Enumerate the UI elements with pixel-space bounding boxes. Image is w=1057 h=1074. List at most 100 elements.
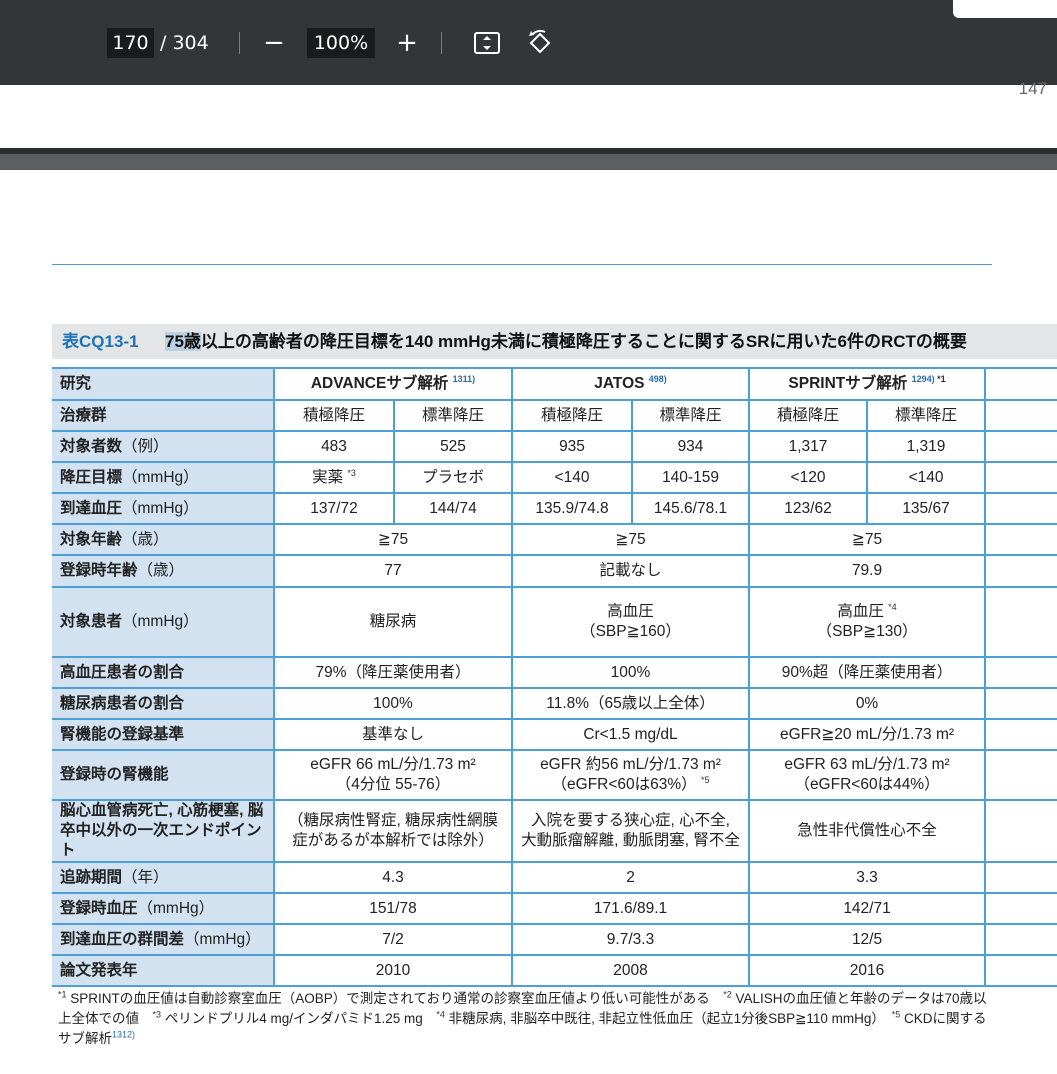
table-row: 脳心血管病死亡, 心筋梗塞, 脳卒中以外の一次エンドポイント （糖尿病性腎症, 糖… bbox=[52, 799, 1057, 862]
page-number-input[interactable]: 170 bbox=[107, 28, 154, 58]
row-label: 腎機能の登録基準 bbox=[60, 725, 185, 743]
row-header: 追跡期間（年） bbox=[52, 861, 275, 893]
cell-text: 標準降圧 bbox=[659, 406, 722, 424]
row-label: 対象患者 bbox=[60, 613, 123, 630]
table-cell: eGFR 66 mL/分/1.73 m² （4分位 55-76） bbox=[274, 749, 513, 800]
zoom-in-icon[interactable]: + bbox=[394, 28, 420, 58]
previous-page: 147 bbox=[0, 79, 1057, 148]
row-header: 高血圧患者の割合 bbox=[52, 656, 275, 688]
cell-text: 79.9 bbox=[851, 562, 883, 579]
cell-text: ≧75 bbox=[615, 530, 646, 548]
row-label: 到達血圧の群間差 bbox=[60, 930, 185, 948]
cell-text: ≧75 bbox=[377, 530, 409, 548]
table-cell: 標準降圧 bbox=[632, 399, 751, 431]
table-cell: 入院を要する狭心症, 心不全, 大動脈瘤解離, 動脈閉塞, 腎不全 bbox=[512, 799, 751, 862]
row-header: 登録時の腎機能 bbox=[52, 749, 275, 800]
cell-text: （SBP≧130） bbox=[816, 623, 918, 640]
zoom-out-icon[interactable]: − bbox=[261, 28, 287, 58]
cell-text: 142/71 bbox=[843, 899, 891, 917]
cell-text: ≧75 bbox=[851, 530, 883, 548]
cell-text: eGFR 63 mL/分/1.73 m² bbox=[784, 756, 950, 773]
table-row: 登録時血圧（mmHg） 151/78 171.6/89.1 142/71 bbox=[52, 892, 1057, 924]
table-row: 糖尿病患者の割合 100% 11.8%（65歳以上全体） 0% bbox=[52, 687, 1057, 719]
table-cell: 9.7/3.3 bbox=[512, 923, 751, 955]
table-edge bbox=[985, 861, 1057, 893]
row-unit: （歳） bbox=[122, 530, 169, 548]
row-header: 腎機能の登録基準 bbox=[52, 718, 275, 750]
row-label: 到達血圧 bbox=[60, 499, 123, 517]
study-ref: 1294) bbox=[911, 373, 935, 384]
study-table: 研究 ADVANCEサブ解析 1311) JATOS 498) SPRINTサブ解析 … bbox=[52, 367, 1057, 987]
table-row: 対象年齢（歳） ≧75 ≧75 ≧75 bbox=[52, 523, 1057, 555]
zoom-level-input[interactable]: 100% bbox=[307, 28, 375, 58]
row-header: 対象者数（例） bbox=[52, 430, 275, 462]
table-cell: ≧75 bbox=[274, 523, 513, 555]
table-cell: 3.3 bbox=[749, 861, 987, 893]
table-cell: eGFR 63 mL/分/1.73 m² （eGFR<60は44%） bbox=[749, 749, 987, 800]
cell-text: 171.6/89.1 bbox=[593, 899, 668, 917]
row-unit: （mmHg） bbox=[184, 930, 261, 948]
table-cell: 934 bbox=[632, 430, 751, 462]
study-title: JATOS bbox=[594, 375, 649, 392]
cell-text: 1,317 bbox=[788, 437, 828, 455]
table-cell: 積極降圧 bbox=[274, 399, 395, 431]
study-note: *1 bbox=[934, 373, 946, 384]
study-name: ADVANCEサブ解析 1311) bbox=[274, 367, 513, 400]
row-label: 登録時年齢 bbox=[60, 562, 138, 579]
row-header: 到達血圧の群間差（mmHg） bbox=[52, 923, 275, 955]
cell-text: 123/62 bbox=[784, 499, 832, 517]
row-label: 降圧目標 bbox=[60, 468, 123, 486]
table-edge bbox=[985, 399, 1057, 431]
rotate-icon[interactable] bbox=[525, 28, 555, 58]
table-edge bbox=[985, 430, 1057, 462]
row-label: 追跡期間 bbox=[60, 868, 123, 886]
table-cell: （糖尿病性腎症, 糖尿病性網膜 症があるが本解析では除外） bbox=[274, 799, 513, 862]
row-unit: （年） bbox=[122, 868, 169, 886]
toolbar-divider bbox=[441, 32, 442, 54]
row-header: 研究 bbox=[52, 367, 275, 400]
cell-text: 151/78 bbox=[369, 899, 417, 917]
cell-text: eGFR 66 mL/分/1.73 m² bbox=[310, 756, 476, 773]
title-text: 以上の高齢者の降圧目標を140 mmHg未満に積極降圧することに関するSRに用い… bbox=[200, 332, 967, 351]
table-cell: 2 bbox=[512, 861, 751, 893]
table-edge bbox=[985, 492, 1057, 524]
table-edge bbox=[985, 554, 1057, 587]
cell-text: 7/2 bbox=[382, 930, 404, 948]
cell-text: 135.9/74.8 bbox=[535, 499, 609, 517]
table-cell: 糖尿病 bbox=[274, 586, 513, 657]
cell-text: 2016 bbox=[849, 961, 885, 979]
title-highlight: 75歳 bbox=[165, 332, 201, 351]
table-cell: 急性非代償性心不全 bbox=[749, 799, 987, 862]
fit-page-icon[interactable] bbox=[472, 28, 502, 58]
row-header: 脳心血管病死亡, 心筋梗塞, 脳卒中以外の一次エンドポイント bbox=[52, 799, 275, 862]
cell-text: （SBP≧160） bbox=[580, 623, 681, 640]
cell-text: 2008 bbox=[613, 961, 648, 979]
row-label: 登録時の腎機能 bbox=[60, 766, 169, 783]
table-cell: 140-159 bbox=[632, 461, 751, 493]
table-cell: 77 bbox=[274, 554, 513, 587]
cell-text: 2010 bbox=[375, 961, 411, 979]
table-row: 対象者数（例） 483 525 935 934 1,317 1,319 bbox=[52, 430, 1057, 462]
table-row: 降圧目標（mmHg） 実薬 *3 プラセボ <140 140-159 <120 <140 bbox=[52, 461, 1057, 493]
row-header: 対象年齢（歳） bbox=[52, 523, 275, 555]
table-cell: プラセボ bbox=[394, 461, 513, 493]
cell-text: 標準降圧 bbox=[421, 406, 484, 424]
cell-text: 実薬 *3 bbox=[312, 467, 356, 486]
study-name: JATOS 498) bbox=[512, 367, 751, 400]
cell-text: 糖尿病 bbox=[369, 613, 417, 630]
table-cell: 1,317 bbox=[749, 430, 869, 462]
row-label: 対象者数 bbox=[60, 437, 123, 455]
table-cell: 高血圧 （SBP≧160） bbox=[512, 586, 751, 657]
table-cell: 137/72 bbox=[274, 492, 395, 524]
cell-text: 79%（降圧薬使用者） bbox=[315, 663, 471, 681]
table-title-bar: 表CQ13-1 75歳以上の高齢者の降圧目標を140 mmHg未満に積極降圧する… bbox=[52, 324, 1057, 359]
table-edge bbox=[985, 749, 1057, 800]
table-cell: 記載なし bbox=[512, 554, 751, 587]
table-cell: 実薬 *3 bbox=[274, 461, 395, 493]
table-edge bbox=[985, 923, 1057, 955]
row-label: 登録時血圧 bbox=[60, 899, 138, 917]
table-cell: 100% bbox=[274, 687, 513, 719]
cell-text: （eGFR<60は63%） *5 bbox=[551, 774, 710, 793]
cell-text: 基準なし bbox=[361, 725, 424, 743]
table-cell: 高血圧 *4 （SBP≧130） bbox=[749, 586, 987, 657]
